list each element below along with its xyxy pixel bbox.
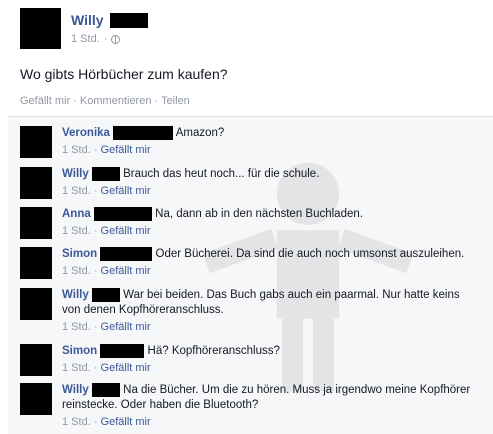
comment-like-button[interactable]: Gefällt mir [101,144,151,156]
meta-separator: · [93,265,98,278]
author-name[interactable]: Willy [71,12,104,28]
redacted-surname [91,383,120,397]
action-separator: · [154,95,159,107]
commenter-name[interactable]: Anna [62,208,91,220]
redacted-surname [93,207,152,221]
redacted-surname [113,126,174,140]
commenter-avatar[interactable] [20,344,52,376]
comment-time[interactable]: 1 Std. [62,185,91,197]
post-meta: 1 Std. · [71,33,148,45]
redacted-surname [100,344,145,358]
comment-meta: 1 Std. · Gefällt mir [62,184,472,199]
comment-button[interactable]: Kommentieren [80,95,152,107]
comment-meta: 1 Std. · Gefällt mir [62,143,472,158]
commenter-avatar[interactable] [20,167,52,199]
redacted-surname [100,247,153,261]
commenter-name[interactable]: Willy [62,168,89,180]
commenter-avatar[interactable] [20,126,52,158]
post-actions: Gefällt mir · Kommentieren · Teilen [20,95,190,107]
meta-separator: · [93,185,98,198]
comment-text: Brauch das heut noch... für die schule. [123,168,320,181]
post-time[interactable]: 1 Std. [71,33,100,45]
commenter-name[interactable]: Veronika [62,127,110,139]
comment-meta: 1 Std. · Gefällt mir [62,264,472,279]
comment-item: Simon Hä? Kopfhöreranschluss? 1 Std. · G… [20,344,490,376]
redacted-surname [91,288,120,302]
comment-time[interactable]: 1 Std. [62,362,91,374]
comment-time[interactable]: 1 Std. [62,265,91,277]
comment-like-button[interactable]: Gefällt mir [101,185,151,197]
comment-like-button[interactable]: Gefällt mir [101,321,151,333]
comment-body: Willy Brauch das heut noch... für die sc… [62,167,472,199]
comment-text: Amazon? [175,127,225,140]
comment-text: Oder Bücherei. Da sind die auch noch ums… [155,248,465,261]
comment-like-button[interactable]: Gefällt mir [101,416,151,428]
comments-section: Veronika Amazon? 1 Std. · Gefällt mir Wi… [8,116,493,434]
commenter-name[interactable]: Willy [62,384,89,396]
comment-body: Willy War bei beiden. Das Buch gabs auch… [62,288,472,335]
post-header: Willy 1 Std. · [20,8,148,49]
author-block: Willy 1 Std. · [71,12,148,49]
comment-body: Simon Hä? Kopfhöreranschluss? 1 Std. · G… [62,344,472,376]
commenter-name[interactable]: Simon [62,248,97,260]
comment-time[interactable]: 1 Std. [62,144,91,156]
commenter-avatar[interactable] [20,288,52,320]
comment-item: Willy War bei beiden. Das Buch gabs auch… [20,288,490,335]
commenter-name[interactable]: Simon [62,345,97,357]
comment-time[interactable]: 1 Std. [62,225,91,237]
comment-item: Simon Oder Bücherei. Da sind die auch no… [20,247,490,279]
comment-like-button[interactable]: Gefällt mir [101,265,151,277]
comment-like-button[interactable]: Gefällt mir [101,362,151,374]
meta-separator: · [103,33,108,45]
comment-item: Willy Na die Bücher. Um die zu hören. Mu… [20,383,490,430]
like-button[interactable]: Gefällt mir [20,95,70,107]
comment-meta: 1 Std. · Gefällt mir [62,361,472,376]
facebook-post: Willy 1 Std. · Wo gibts Hörbücher zum ka… [0,0,493,434]
meta-separator: · [93,362,98,375]
globe-icon [111,34,121,44]
comment-item: Veronika Amazon? 1 Std. · Gefällt mir [20,126,490,158]
comment-text: Hä? Kopfhöreranschluss? [147,345,280,358]
redacted-surname [109,12,148,28]
comment-text: War bei beiden. Das Buch gabs auch ein p… [62,289,460,317]
comment-body: Veronika Amazon? 1 Std. · Gefällt mir [62,126,472,158]
author-avatar[interactable] [20,8,61,49]
comment-text: Na, dann ab in den nächsten Buchladen. [155,208,363,221]
comment-text: Na die Bücher. Um die zu hören. Muss ja … [62,384,471,412]
meta-separator: · [93,144,98,157]
meta-separator: · [93,321,98,334]
commenter-avatar[interactable] [20,383,52,415]
author-line: Willy [71,12,148,28]
comment-meta: 1 Std. · Gefällt mir [62,320,472,335]
comment-body: Anna Na, dann ab in den nächsten Buchlad… [62,207,472,239]
comment-body: Willy Na die Bücher. Um die zu hören. Mu… [62,383,472,430]
redacted-surname [91,167,120,181]
comment-meta: 1 Std. · Gefällt mir [62,415,472,430]
comment-item: Willy Brauch das heut noch... für die sc… [20,167,490,199]
meta-separator: · [93,416,98,429]
post-text: Wo gibts Hörbücher zum kaufen? [20,66,228,82]
share-button[interactable]: Teilen [161,95,190,107]
comment-like-button[interactable]: Gefällt mir [101,225,151,237]
commenter-name[interactable]: Willy [62,289,89,301]
action-separator: · [73,95,77,107]
comment-time[interactable]: 1 Std. [62,416,91,428]
comment-body: Simon Oder Bücherei. Da sind die auch no… [62,247,472,279]
meta-separator: · [93,225,98,238]
commenter-avatar[interactable] [20,207,52,239]
comment-meta: 1 Std. · Gefällt mir [62,224,472,239]
comment-time[interactable]: 1 Std. [62,321,91,333]
commenter-avatar[interactable] [20,247,52,279]
comment-item: Anna Na, dann ab in den nächsten Buchlad… [20,207,490,239]
